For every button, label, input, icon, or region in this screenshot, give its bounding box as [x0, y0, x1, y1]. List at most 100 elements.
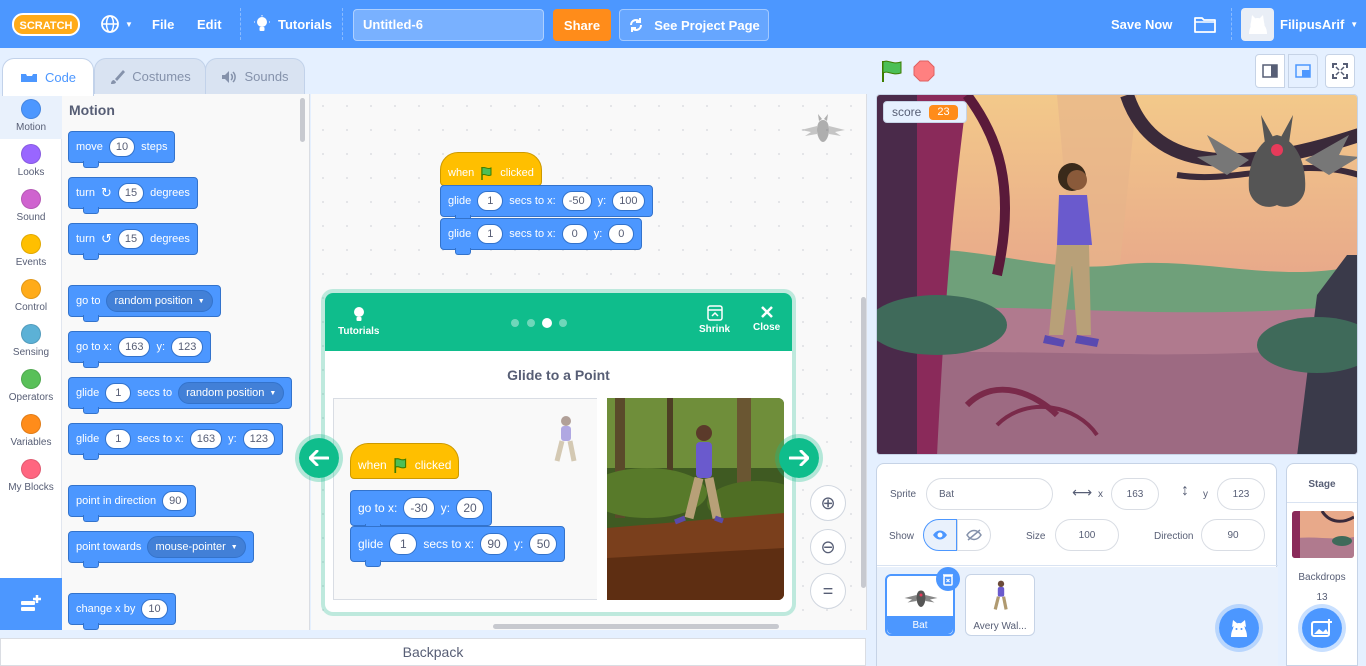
- category-variables[interactable]: Variables: [0, 409, 62, 454]
- see-project-page-button[interactable]: See Project Page: [619, 9, 769, 41]
- x-label: x: [1098, 489, 1103, 500]
- menu-bar: SCRATCH ▼ File Edit Tutorials Untitled-6…: [0, 0, 1366, 48]
- steps-input[interactable]: 10: [108, 137, 136, 157]
- x-input[interactable]: -50: [561, 191, 592, 211]
- next-step-button[interactable]: [775, 434, 823, 482]
- step-dot[interactable]: [511, 319, 519, 327]
- delete-sprite-button[interactable]: [936, 567, 960, 591]
- degrees-input[interactable]: 15: [117, 229, 145, 249]
- y-input[interactable]: 123: [171, 337, 204, 357]
- fullscreen-button[interactable]: [1325, 54, 1355, 88]
- script-vertical-scrollbar[interactable]: [861, 297, 866, 588]
- previous-step-button[interactable]: [295, 434, 343, 482]
- account-menu[interactable]: FilipusArif ▼: [1280, 0, 1358, 48]
- secs-input[interactable]: 1: [477, 191, 504, 211]
- show-visible-button[interactable]: [923, 519, 957, 551]
- tab-costumes[interactable]: Costumes: [94, 58, 206, 94]
- sprite-name-input[interactable]: Bat: [926, 478, 1053, 510]
- target-dropdown[interactable]: random position ▼: [178, 382, 285, 404]
- language-menu[interactable]: ▼: [100, 0, 133, 48]
- step-dot[interactable]: [559, 319, 567, 327]
- avatar[interactable]: [1241, 8, 1274, 41]
- backpack-bar[interactable]: Backpack: [0, 638, 866, 666]
- y-input[interactable]: 0: [608, 224, 635, 244]
- turn-right-block[interactable]: turn ↻ 15 degrees: [68, 177, 198, 214]
- degrees-input[interactable]: 15: [117, 183, 145, 203]
- category-my-blocks[interactable]: My Blocks: [0, 454, 62, 499]
- y-input[interactable]: 123: [1217, 478, 1265, 510]
- show-hidden-button[interactable]: [957, 519, 991, 551]
- tab-code[interactable]: Code: [2, 58, 94, 96]
- category-operators[interactable]: Operators: [0, 364, 62, 409]
- direction-input[interactable]: 90: [1201, 519, 1265, 551]
- stage-target-pane[interactable]: Stage Backdrops 13: [1286, 463, 1358, 666]
- project-title-input[interactable]: Untitled-6: [353, 9, 544, 41]
- add-extension-button[interactable]: [0, 578, 62, 630]
- go-to-block[interactable]: go to random position ▼: [68, 285, 221, 322]
- score-monitor[interactable]: score 23: [883, 101, 967, 123]
- go-to-xy-block[interactable]: go to x: 163 y: 123: [68, 331, 212, 368]
- zoom-in-button[interactable]: ⊕: [810, 485, 846, 521]
- x-input[interactable]: 163: [189, 429, 223, 449]
- category-sensing[interactable]: Sensing: [0, 319, 62, 364]
- stage-canvas[interactable]: score 23: [876, 94, 1358, 455]
- tab-sounds[interactable]: Sounds: [205, 58, 305, 94]
- arrow-right-icon: [789, 450, 809, 466]
- change-x-input[interactable]: 10: [141, 599, 168, 619]
- direction-input[interactable]: 90: [162, 491, 189, 511]
- secs-input[interactable]: 1: [105, 429, 132, 449]
- close-button[interactable]: Close: [753, 305, 780, 333]
- x-input[interactable]: 0: [561, 224, 588, 244]
- turn-left-block[interactable]: turn ↺ 15 degrees: [68, 223, 198, 260]
- menu-divider: [1231, 8, 1232, 40]
- size-input[interactable]: 100: [1055, 519, 1119, 551]
- target-dropdown[interactable]: random position ▼: [106, 290, 213, 312]
- glide-block-1[interactable]: glide 1 secs to x: -50 y: 100: [440, 185, 653, 222]
- small-stage-button[interactable]: [1255, 54, 1285, 88]
- script-horizontal-scrollbar[interactable]: [493, 624, 779, 629]
- share-button[interactable]: Share: [553, 9, 611, 41]
- move-steps-block[interactable]: move 10 steps: [68, 131, 176, 168]
- glide-block-2[interactable]: glide 1 secs to x: 0 y: 0: [440, 218, 643, 255]
- category-looks[interactable]: Looks: [0, 139, 62, 184]
- category-sound[interactable]: Sound: [0, 184, 62, 229]
- choose-sprite-button[interactable]: [1215, 604, 1263, 652]
- glide-to-block[interactable]: glide 1 secs to random position ▼: [68, 377, 293, 414]
- shrink-button[interactable]: Shrink: [699, 305, 730, 335]
- step-dot-active[interactable]: [542, 318, 552, 328]
- x-input[interactable]: 163: [1111, 478, 1159, 510]
- towards-dropdown[interactable]: mouse-pointer ▼: [147, 536, 246, 558]
- normal-stage-button[interactable]: [1288, 54, 1318, 88]
- secs-input[interactable]: 1: [105, 383, 132, 403]
- tutorials-library-button[interactable]: Tutorials: [338, 305, 379, 337]
- green-flag-button[interactable]: [880, 60, 904, 82]
- zoom-out-button[interactable]: ⊖: [810, 529, 846, 565]
- my-stuff-button[interactable]: [1194, 0, 1216, 48]
- file-menu[interactable]: File: [152, 0, 174, 48]
- scratch-logo[interactable]: SCRATCH: [12, 12, 80, 37]
- y-input[interactable]: 100: [612, 191, 645, 211]
- category-motion[interactable]: Motion: [0, 94, 62, 139]
- change-x-block[interactable]: change x by 10: [68, 593, 176, 630]
- category-events[interactable]: Events: [0, 229, 62, 274]
- step-dot[interactable]: [527, 319, 535, 327]
- save-now-button[interactable]: Save Now: [1111, 0, 1172, 48]
- shrink-icon: [706, 305, 723, 321]
- folder-icon: [1194, 17, 1216, 33]
- edit-menu[interactable]: Edit: [197, 0, 222, 48]
- palette-scrollbar[interactable]: [300, 98, 305, 142]
- y-input[interactable]: 123: [242, 429, 275, 449]
- when-flag-clicked-hat[interactable]: when clicked: [440, 152, 542, 186]
- tutorials-menu[interactable]: Tutorials: [254, 0, 332, 48]
- zoom-reset-button[interactable]: =: [810, 573, 846, 609]
- arrow-left-icon: [309, 450, 329, 466]
- point-in-direction-block[interactable]: point in direction 90: [68, 485, 197, 522]
- choose-backdrop-button[interactable]: [1298, 604, 1346, 652]
- secs-input[interactable]: 1: [477, 224, 504, 244]
- point-towards-block[interactable]: point towards mouse-pointer ▼: [68, 531, 254, 568]
- sprite-thumb-avery-walking[interactable]: Avery Wal...: [965, 574, 1035, 636]
- x-input[interactable]: 163: [118, 337, 151, 357]
- category-control[interactable]: Control: [0, 274, 62, 319]
- glide-to-xy-block[interactable]: glide 1 secs to x: 163 y: 123: [68, 423, 283, 460]
- stop-button[interactable]: [913, 60, 935, 82]
